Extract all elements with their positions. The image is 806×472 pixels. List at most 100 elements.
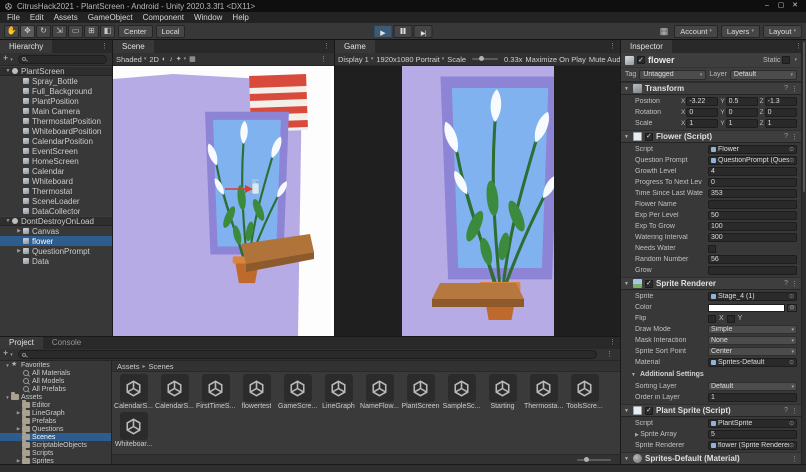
object-picker-icon[interactable]	[789, 293, 794, 300]
axis-x-field[interactable]: 1	[686, 119, 719, 128]
project-tree-item[interactable]: Editor	[0, 400, 111, 409]
foldout-arrow-icon[interactable]: ▼	[631, 372, 637, 378]
property-field[interactable]: Sprites-Default	[708, 358, 797, 367]
tab-inspector[interactable]: Inspector	[621, 40, 672, 53]
foldout-arrow-icon[interactable]: ▶	[15, 228, 23, 234]
menu-item[interactable]: File	[2, 12, 25, 23]
axis-y-field[interactable]: 0	[725, 108, 758, 117]
panel-menu-icon[interactable]	[605, 40, 620, 53]
enable-checkbox[interactable]	[645, 279, 653, 288]
layers-dropdown[interactable]: Layers	[720, 24, 760, 38]
breadcrumb-current[interactable]: Scenes	[149, 362, 174, 371]
menu-dots-icon[interactable]: ⋮	[791, 455, 798, 463]
hierarchy-item[interactable]: ▶ QuestionPrompt	[0, 246, 112, 256]
asset-tile[interactable]: FirstTimeS...	[196, 374, 235, 411]
menu-item[interactable]: Help	[227, 12, 253, 23]
project-tree-item[interactable]: ▼ Favorites	[0, 361, 111, 369]
property-field[interactable]: Stage_4 (1)	[708, 292, 797, 301]
transform-header[interactable]: ▼ Transform ? ⋮	[621, 82, 801, 95]
color-picker-icon[interactable]	[787, 303, 797, 312]
foldout-arrow-icon[interactable]: ▼	[4, 395, 11, 400]
menu-dots-icon[interactable]: ⋮	[791, 280, 798, 288]
property-field[interactable]: 100	[708, 222, 797, 231]
property-field[interactable]: QuestionPrompt (Question Pr	[708, 156, 797, 165]
enable-checkbox[interactable]	[645, 132, 653, 141]
custom-tool-button[interactable]	[100, 24, 115, 38]
inspector-scrollbar[interactable]	[801, 40, 806, 464]
scene-view-canvas[interactable]	[113, 66, 334, 336]
maximize-on-play-toggle[interactable]: Maximize On Play	[525, 55, 585, 64]
additional-settings-foldout[interactable]: ▼ Additional Settings	[621, 369, 801, 380]
project-search-input[interactable]	[17, 350, 597, 359]
aspect-ratio-dropdown[interactable]: 1920x1080 Portrait	[376, 55, 444, 64]
axis-z-field[interactable]: 0	[764, 108, 797, 117]
static-checkbox[interactable]	[782, 56, 791, 64]
hierarchy-item[interactable]: flower	[0, 236, 112, 246]
foldout-arrow-icon[interactable]: ▶	[15, 410, 22, 416]
property-field[interactable]: None	[708, 336, 797, 345]
project-tree-item[interactable]: All Models	[0, 377, 111, 385]
breadcrumb-root[interactable]: Assets	[117, 362, 140, 371]
property-field[interactable]: Flower	[708, 145, 797, 154]
property-field[interactable]: Default	[708, 382, 797, 391]
asset-tile[interactable]: LineGraph	[319, 374, 358, 411]
static-control[interactable]: Static	[763, 56, 797, 64]
hierarchy-item[interactable]: WhiteboardPosition	[0, 126, 112, 136]
asset-tile[interactable]: CalendarS...	[114, 374, 153, 411]
plant-sprite-header[interactable]: ▼ Plant Sprite (Script) ?⋮	[621, 404, 801, 417]
foldout-arrow-icon[interactable]: ▼	[624, 281, 630, 287]
menu-item[interactable]: Assets	[49, 12, 83, 23]
property-field[interactable]: 5	[708, 430, 797, 439]
axis-z-field[interactable]: -1.3	[764, 97, 797, 106]
hierarchy-item[interactable]: ▼ DontDestroyOnLoad	[0, 216, 112, 226]
object-picker-icon[interactable]	[789, 157, 794, 164]
project-tree-item[interactable]: ▼ Assets	[0, 392, 111, 401]
property-field[interactable]	[708, 200, 797, 209]
hierarchy-item[interactable]: ThermostatPosition	[0, 116, 112, 126]
foldout-arrow-icon[interactable]: ▼	[4, 218, 12, 224]
rotate-tool-button[interactable]	[36, 24, 51, 38]
foldout-arrow-icon[interactable]: ▼	[624, 134, 630, 140]
services-grid-icon[interactable]	[657, 26, 672, 37]
create-object-button[interactable]	[3, 52, 13, 67]
help-icon[interactable]: ?	[784, 407, 788, 415]
foldout-arrow-icon[interactable]: ▼	[624, 456, 630, 462]
menu-item[interactable]: Edit	[25, 12, 49, 23]
asset-tile[interactable]: Thermosta...	[524, 374, 563, 411]
object-picker-icon[interactable]	[789, 420, 794, 427]
sprite-renderer-header[interactable]: ▼ Sprite Renderer ?⋮	[621, 277, 801, 290]
scale-tool-button[interactable]	[52, 24, 67, 38]
property-field[interactable]: 0	[708, 178, 797, 187]
move-tool-button[interactable]	[20, 24, 35, 38]
hierarchy-item[interactable]: DataCollector	[0, 206, 112, 216]
help-icon[interactable]: ?	[784, 133, 788, 141]
tag-dropdown[interactable]: Untagged	[639, 69, 707, 80]
hierarchy-item[interactable]: CalendarPosition	[0, 136, 112, 146]
color-swatch[interactable]	[708, 303, 785, 312]
property-field[interactable]	[708, 266, 797, 275]
property-field[interactable]: PlantSprite	[708, 419, 797, 428]
asset-tile[interactable]: CalendarS...	[155, 374, 194, 411]
panel-menu-icon[interactable]	[319, 40, 334, 53]
axis-x-field[interactable]: -3.22	[686, 97, 719, 106]
lighting-toggle-icon[interactable]	[162, 56, 166, 63]
flower-script-header[interactable]: ▼ Flower (Script) ?⋮	[621, 130, 801, 143]
tab-scene[interactable]: Scene	[113, 40, 154, 53]
layer-dropdown[interactable]: Default	[729, 69, 797, 80]
hierarchy-item[interactable]: Thermostat	[0, 186, 112, 196]
property-checkbox[interactable]	[708, 244, 716, 253]
axis-z-field[interactable]: 1	[764, 119, 797, 128]
foldout-arrow-icon[interactable]: ▼	[4, 68, 12, 74]
tab-game[interactable]: Game	[335, 40, 375, 53]
hierarchy-item[interactable]: EventScreen	[0, 146, 112, 156]
project-tree-item[interactable]: ▶ Questions	[0, 424, 111, 433]
menu-dots-icon[interactable]: ⋮	[791, 85, 798, 93]
scene-toolbar-menu-icon[interactable]	[316, 53, 331, 66]
foldout-arrow-icon[interactable]: ▶	[15, 426, 22, 432]
menu-dots-icon[interactable]: ⋮	[791, 133, 798, 141]
grid-visibility-icon[interactable]	[189, 55, 196, 63]
effects-dropdown-icon[interactable]	[176, 55, 186, 63]
property-field[interactable]: Simple	[708, 325, 797, 334]
hierarchy-item[interactable]: Calendar	[0, 166, 112, 176]
property-field[interactable]: flower (Sprite Renderer)	[708, 441, 797, 450]
